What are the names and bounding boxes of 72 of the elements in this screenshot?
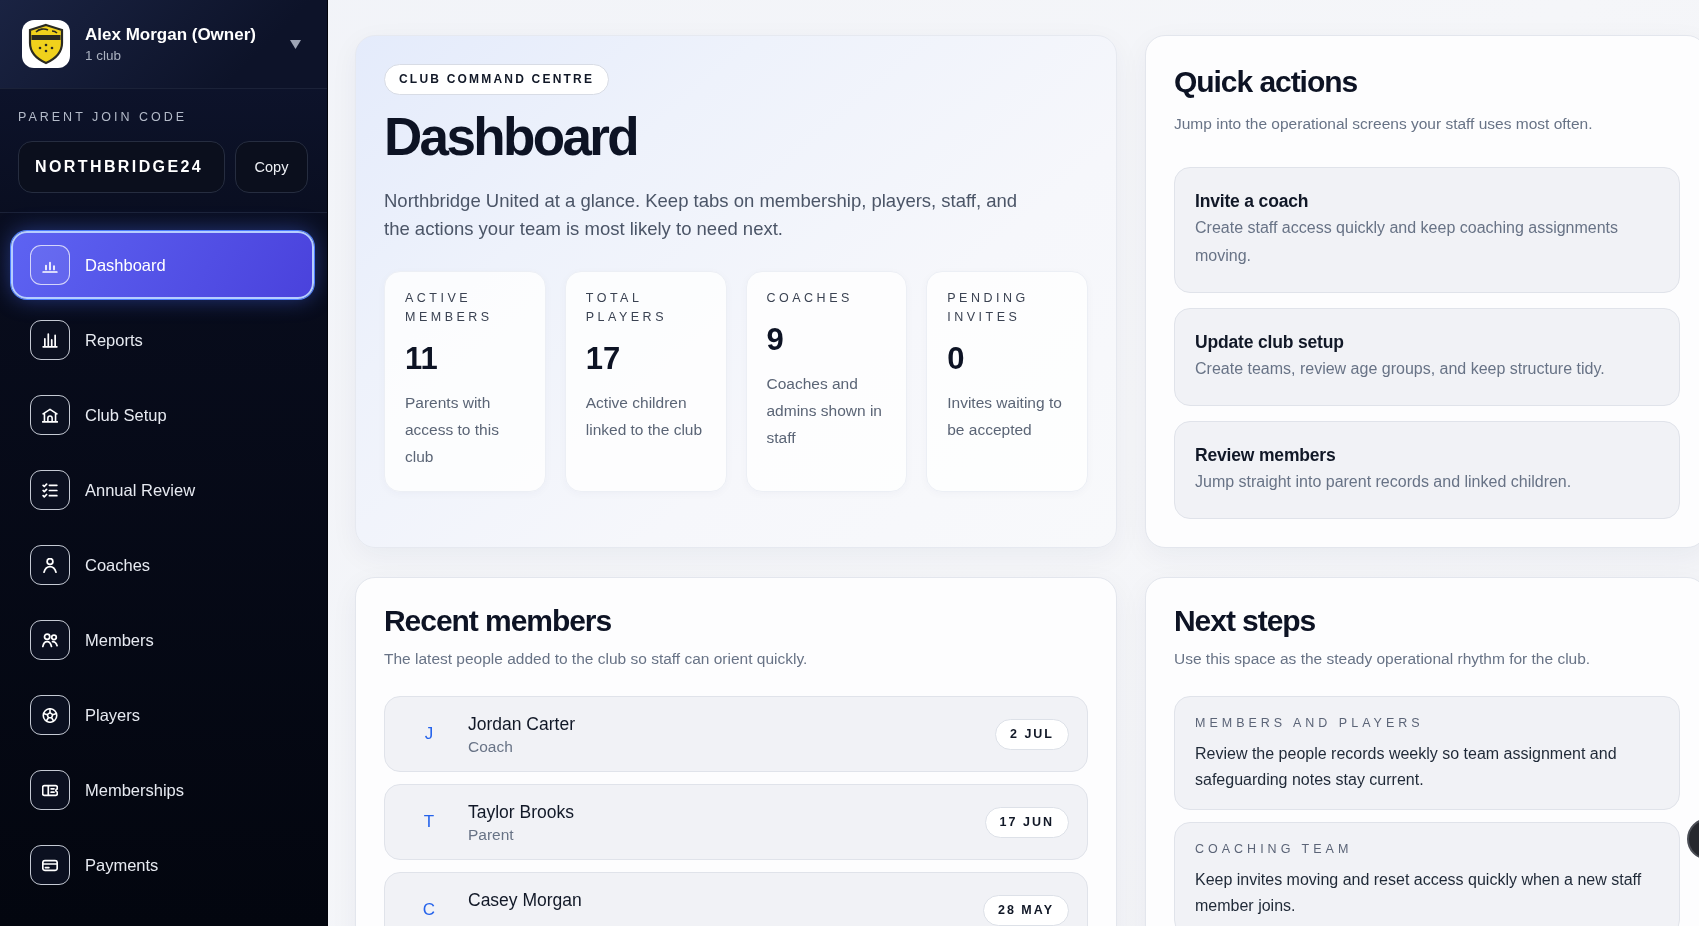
stat-description: Invites waiting to be accepted bbox=[947, 393, 1063, 440]
stat-value: 0 bbox=[947, 340, 966, 378]
action-title: Review members bbox=[1195, 444, 1337, 467]
stat-description: Coaches and admins shown in staff bbox=[766, 374, 883, 448]
date-tag: 2 JUL bbox=[994, 718, 1069, 750]
page-description: Northbridge United at a glance. Keep tabs on membership, players, staff, and the actions your team is most likely to need next. bbox=[384, 189, 1019, 241]
member-row[interactable]: T Taylor Brooks Parent 17 JUN bbox=[384, 784, 1088, 860]
action-card[interactable]: Invite a coach Create staff access quickly and keep coaching assignments moving. bbox=[1174, 167, 1680, 293]
section-subtitle: The latest people added to the club so staff can orient quickly. bbox=[384, 649, 809, 669]
caret-icon[interactable] bbox=[290, 39, 301, 49]
stat-value: 17 bbox=[585, 340, 622, 378]
building-icon bbox=[30, 395, 70, 435]
nav-item[interactable]: Memberships bbox=[11, 756, 314, 824]
join-code-display: NORTHBRIDGE24 bbox=[18, 141, 225, 193]
action-description: Create staff access quickly and keep coaching assignments moving. bbox=[1195, 218, 1620, 266]
stat-label: COACHES bbox=[766, 290, 854, 307]
member-name: Casey Morgan bbox=[468, 889, 582, 912]
nav-item[interactable]: Dashboard bbox=[11, 231, 314, 299]
people-icon bbox=[30, 620, 70, 660]
member-initial: C bbox=[421, 899, 437, 921]
nav-item[interactable]: Payments bbox=[11, 831, 314, 899]
stat-description: Active children linked to the club bbox=[585, 393, 704, 440]
shield-icon bbox=[22, 20, 70, 68]
date-tag: 17 JUN bbox=[984, 806, 1069, 838]
date-tag: 28 MAY bbox=[983, 894, 1069, 926]
join-code-label: PARENT JOIN CODE bbox=[18, 110, 189, 125]
section-subtitle: Use this space as the steady operational rhythm for the club. bbox=[1174, 649, 1592, 669]
nav-item[interactable]: Club Setup bbox=[11, 381, 314, 449]
member-initial: T bbox=[422, 811, 436, 833]
member-row[interactable]: J Jordan Carter Coach 2 JUL bbox=[384, 696, 1088, 772]
action-title: Update club setup bbox=[1195, 331, 1345, 354]
step-label: MEMBERS AND PLAYERS bbox=[1195, 715, 1425, 732]
nav-item[interactable]: Annual Review bbox=[11, 456, 314, 524]
nav-item[interactable]: Reports bbox=[11, 306, 314, 374]
action-description: Jump straight into parent records and linked children. bbox=[1195, 472, 1573, 492]
step-text: Keep invites moving and reset access quickly when a new staff member joins. bbox=[1195, 870, 1643, 916]
account-name: Alex Morgan (Owner) bbox=[85, 24, 256, 45]
member-name: Taylor Brooks bbox=[468, 801, 574, 824]
step-label: COACHING TEAM bbox=[1195, 841, 1354, 858]
copy-button[interactable]: Copy bbox=[235, 141, 308, 193]
action-card[interactable]: Update club setup Create teams, review age groups, and keep structure tidy. bbox=[1174, 308, 1680, 406]
ticket-icon bbox=[30, 770, 70, 810]
member-name: Jordan Carter bbox=[468, 713, 575, 736]
stat-value: 11 bbox=[405, 340, 439, 378]
action-title: Invite a coach bbox=[1195, 190, 1310, 213]
section-title: Quick actions bbox=[1174, 64, 1359, 100]
stat-label: ACTIVE MEMBERS bbox=[405, 290, 494, 326]
section-subtitle: Jump into the operational screens your staff uses most often. bbox=[1174, 114, 1594, 134]
checklist-icon bbox=[30, 470, 70, 510]
stat-description: Parents with access to this club bbox=[405, 393, 500, 467]
action-card[interactable]: Review members Jump straight into parent records and linked children. bbox=[1174, 421, 1680, 519]
page-title: Dashboard bbox=[384, 107, 638, 167]
stat-label: PENDING INVITES bbox=[947, 290, 1030, 326]
section-title: Next steps bbox=[1174, 604, 1317, 638]
action-description: Create teams, review age groups, and keep structure tidy. bbox=[1195, 359, 1606, 379]
member-initial: J bbox=[423, 723, 435, 745]
person-icon bbox=[30, 545, 70, 585]
nav-item[interactable]: Coaches bbox=[11, 531, 314, 599]
bar-chart-icon bbox=[30, 320, 70, 360]
member-role: Coach bbox=[468, 737, 514, 757]
nav-item[interactable]: Players bbox=[11, 681, 314, 749]
nav-item[interactable]: Members bbox=[11, 606, 314, 674]
stat-label: TOTAL PLAYERS bbox=[585, 290, 668, 326]
stat-value: 9 bbox=[766, 321, 785, 359]
bar-chart-icon bbox=[30, 245, 70, 285]
account-subtitle: 1 club bbox=[85, 47, 123, 64]
eyebrow-tag: CLUB COMMAND CENTRE bbox=[384, 64, 610, 95]
member-role: Parent bbox=[468, 825, 515, 845]
section-title: Recent members bbox=[384, 604, 613, 638]
step-text: Review the people records weekly so team assignment and safeguarding notes stay current. bbox=[1195, 744, 1618, 790]
card-icon bbox=[30, 845, 70, 885]
member-row[interactable]: C Casey Morgan 28 MAY bbox=[384, 872, 1088, 926]
